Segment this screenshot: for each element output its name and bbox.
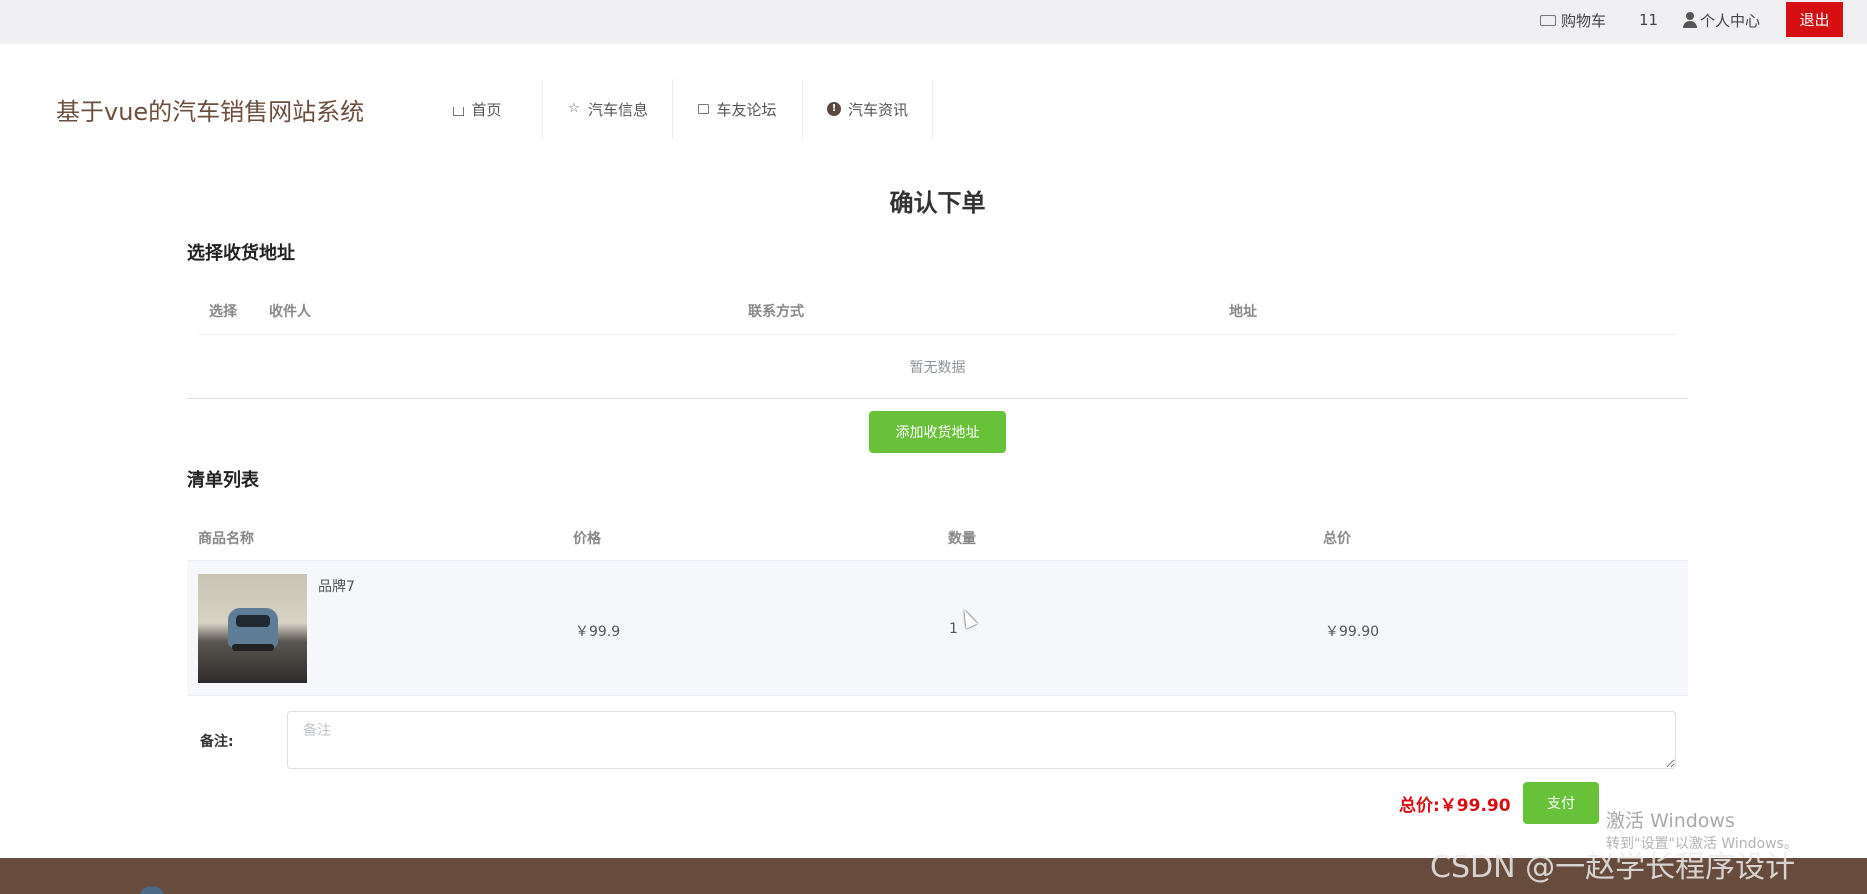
product-name: 品牌7 — [318, 579, 355, 595]
profile-link[interactable]: 个人中心 — [1683, 0, 1760, 40]
order-list-table: 商品名称 价格 数量 总价 品牌7 ￥99.9 1 ￥99.90 — [187, 511, 1688, 696]
nav-label: 汽车信息 — [587, 100, 648, 119]
csdn-watermark: CSDN @一赵学长程序设计 — [1430, 850, 1796, 885]
col-subtotal: 总价 — [1323, 531, 1351, 547]
logout-button[interactable]: 退出 — [1786, 2, 1843, 37]
windows-activation-watermark: 激活 Windows — [1606, 810, 1735, 832]
product-quantity: 1 — [949, 621, 958, 637]
nav-item-news[interactable]: ! 汽车资讯 — [803, 79, 933, 139]
col-select: 选择 — [209, 304, 237, 320]
col-quantity: 数量 — [948, 531, 976, 547]
pay-button[interactable]: 支付 — [1523, 782, 1599, 824]
footer-logo — [138, 886, 166, 894]
home-icon — [453, 106, 465, 116]
remark-textarea[interactable] — [287, 711, 1676, 769]
cart-icon — [1540, 14, 1556, 26]
site-title: 基于vue的汽车销售网站系统 — [56, 98, 365, 126]
empty-state: 暂无数据 — [187, 335, 1688, 399]
table-row: 品牌7 ￥99.9 1 ￥99.90 — [187, 561, 1688, 696]
page-title: 确认下单 — [889, 189, 986, 217]
nav-item-forum[interactable]: 车友论坛 — [673, 79, 803, 139]
remark-label: 备注: — [200, 734, 234, 750]
nav-item-home[interactable]: 首页 — [413, 79, 543, 139]
user-name: 11 — [1639, 11, 1659, 29]
order-total: 总价:￥99.90 — [1399, 796, 1511, 816]
col-price: 价格 — [573, 531, 601, 547]
bag-icon — [698, 104, 710, 114]
user-icon — [1683, 12, 1697, 28]
product-price: ￥99.9 — [575, 624, 621, 640]
add-address-button[interactable]: 添加收货地址 — [869, 411, 1006, 453]
nav-label: 首页 — [471, 100, 502, 119]
star-icon: ☆ — [568, 101, 580, 116]
list-section-title: 清单列表 — [187, 470, 259, 491]
cart-link[interactable]: 购物车 — [1540, 0, 1606, 40]
col-contact: 联系方式 — [748, 304, 804, 320]
nav-item-car-info[interactable]: ☆ 汽车信息 — [543, 79, 673, 139]
nav-label: 汽车资讯 — [847, 100, 908, 119]
address-section-title: 选择收货地址 — [187, 243, 295, 264]
product-image — [198, 574, 307, 683]
list-table-header: 商品名称 价格 数量 总价 — [187, 511, 1688, 561]
col-recipient: 收件人 — [269, 304, 311, 320]
main-nav: 首页 ☆ 汽车信息 车友论坛 ! 汽车资讯 — [413, 79, 933, 139]
col-address: 地址 — [1229, 304, 1257, 320]
address-table-header: 选择 收件人 联系方式 地址 — [199, 285, 1676, 335]
profile-label: 个人中心 — [1700, 11, 1761, 30]
address-table: 选择 收件人 联系方式 地址 暂无数据 — [187, 285, 1688, 399]
top-bar: 购物车 11 个人中心 退出 — [0, 0, 1867, 44]
info-icon: ! — [826, 102, 841, 116]
col-product-name: 商品名称 — [198, 531, 254, 547]
cart-label: 购物车 — [1561, 11, 1607, 30]
nav-label: 车友论坛 — [716, 100, 777, 119]
product-subtotal: ￥99.90 — [1325, 624, 1380, 640]
